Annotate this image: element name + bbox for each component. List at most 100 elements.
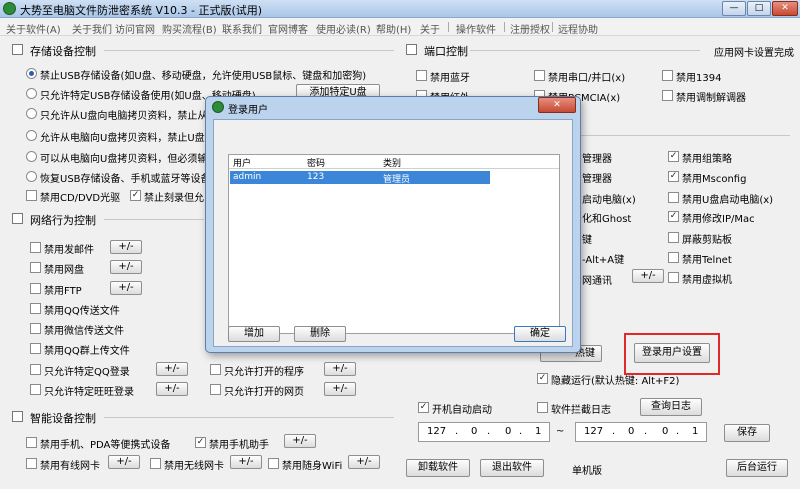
menu-operate[interactable]: 操作软件 bbox=[456, 21, 496, 36]
menu-blog[interactable]: 官网博客 bbox=[268, 21, 308, 36]
plusminus-button[interactable]: +/- bbox=[156, 382, 188, 396]
network-checkbox[interactable] bbox=[30, 242, 41, 253]
portable-wifi-checkbox[interactable] bbox=[268, 458, 279, 469]
plusminus-button[interactable]: +/- bbox=[110, 281, 142, 295]
users-table[interactable]: 用户 密码 类别 admin 123 管理员 bbox=[228, 154, 560, 334]
serial-checkbox[interactable] bbox=[534, 70, 545, 81]
ip-from-input[interactable]: 127 . 0 . 0 . 1 bbox=[418, 422, 550, 442]
ip-mac-checkbox[interactable]: ✓ bbox=[668, 211, 679, 222]
storage-option-radio[interactable] bbox=[26, 108, 37, 119]
ip-dot: . bbox=[455, 426, 459, 437]
menu-about[interactable]: 关于 bbox=[420, 21, 440, 36]
plusminus-button[interactable]: +/- bbox=[156, 362, 188, 376]
divider bbox=[580, 135, 790, 136]
wifi-nic-label: 禁用无线网卡 bbox=[164, 461, 224, 472]
menu-help[interactable]: 帮助(H) bbox=[376, 21, 411, 36]
intercept-log-checkbox[interactable] bbox=[537, 402, 548, 413]
plusminus-button[interactable]: +/- bbox=[284, 434, 316, 448]
storage-option-radio[interactable] bbox=[26, 151, 37, 162]
menu-must-read[interactable]: 使用必读(R) bbox=[316, 21, 371, 36]
network-checkbox[interactable] bbox=[30, 262, 41, 273]
app-icon bbox=[3, 2, 16, 15]
qq-only-label: 只允许特定QQ登录 bbox=[44, 367, 130, 378]
close-icon[interactable]: ✕ bbox=[772, 1, 798, 16]
group-policy-label: 禁用组策略 bbox=[682, 154, 732, 165]
system-label: 化和Ghost bbox=[582, 214, 632, 225]
login-settings-button[interactable]: 登录用户设置 bbox=[634, 343, 710, 363]
hidden-run-checkbox[interactable]: ✓ bbox=[537, 373, 548, 384]
plusminus-button[interactable]: +/- bbox=[108, 455, 140, 469]
vm-checkbox[interactable] bbox=[668, 272, 679, 283]
ip-to-input[interactable]: 127 . 0 . 0 . 1 bbox=[575, 422, 707, 442]
storage-option-radio[interactable] bbox=[26, 68, 37, 79]
storage-option-radio[interactable] bbox=[26, 171, 37, 182]
network-checkbox[interactable] bbox=[30, 303, 41, 314]
clipboard-checkbox[interactable] bbox=[668, 232, 679, 243]
uninstall-button[interactable]: 卸载软件 bbox=[406, 459, 470, 477]
network-checkbox[interactable] bbox=[30, 343, 41, 354]
menu-register[interactable]: 注册授权 bbox=[510, 21, 550, 36]
intercept-log-label: 软件拦截日志 bbox=[551, 405, 611, 416]
ok-button[interactable]: 确定 bbox=[514, 326, 566, 342]
network-checkbox[interactable] bbox=[30, 323, 41, 334]
phone-helper-checkbox[interactable]: ✓ bbox=[195, 437, 206, 448]
table-row[interactable]: admin 123 管理员 bbox=[230, 171, 490, 185]
cell-role: 管理员 bbox=[383, 175, 411, 185]
add-user-button[interactable]: 增加 bbox=[228, 326, 280, 342]
dialog-close-icon[interactable]: ✕ bbox=[538, 97, 576, 113]
cell-user: admin bbox=[233, 172, 262, 182]
ww-only-checkbox[interactable] bbox=[30, 384, 41, 395]
plusminus-button[interactable]: +/- bbox=[632, 269, 664, 283]
network-label: 禁用微信传送文件 bbox=[44, 326, 124, 337]
plusminus-button[interactable]: +/- bbox=[348, 455, 380, 469]
maximize-icon[interactable]: □ bbox=[747, 1, 771, 16]
minimize-icon[interactable]: — bbox=[722, 1, 746, 16]
exit-button[interactable]: 退出软件 bbox=[480, 459, 544, 477]
usb-boot-checkbox[interactable] bbox=[668, 192, 679, 203]
group-policy-checkbox[interactable]: ✓ bbox=[668, 151, 679, 162]
menu-official-site[interactable]: 访问官网 bbox=[115, 21, 155, 36]
ww-only-label: 只允许特定旺旺登录 bbox=[44, 387, 134, 398]
modem-checkbox[interactable] bbox=[662, 90, 673, 101]
storage-option-label: 允许从电脑向U盘拷贝资料，禁止U盘向电 bbox=[40, 133, 225, 144]
menu-about-software[interactable]: 关于软件(A) bbox=[6, 21, 61, 36]
port-icon bbox=[406, 44, 417, 55]
ieee1394-checkbox[interactable] bbox=[662, 70, 673, 81]
column-header[interactable]: 类别 bbox=[383, 156, 401, 169]
background-run-button[interactable]: 后台运行 bbox=[726, 459, 788, 477]
msconfig-checkbox[interactable]: ✓ bbox=[668, 171, 679, 182]
storage-icon bbox=[12, 44, 23, 55]
plusminus-button[interactable]: +/- bbox=[110, 240, 142, 254]
wifi-nic-checkbox[interactable] bbox=[150, 458, 161, 469]
column-header[interactable]: 密码 bbox=[307, 156, 325, 169]
divider bbox=[470, 50, 700, 51]
phone-pda-checkbox[interactable] bbox=[26, 437, 37, 448]
delete-user-button[interactable]: 删除 bbox=[294, 326, 346, 342]
burn-disable-checkbox[interactable]: ✓ bbox=[130, 190, 141, 201]
web-only-checkbox[interactable] bbox=[210, 384, 221, 395]
autostart-checkbox[interactable]: ✓ bbox=[418, 402, 429, 413]
ip-octet: 1 bbox=[692, 426, 699, 437]
bluetooth-checkbox[interactable] bbox=[416, 70, 427, 81]
network-title: 网络行为控制 bbox=[30, 214, 96, 227]
prog-only-checkbox[interactable] bbox=[210, 364, 221, 375]
plusminus-button[interactable]: +/- bbox=[324, 362, 356, 376]
plusminus-button[interactable]: +/- bbox=[230, 455, 262, 469]
storage-option-radio[interactable] bbox=[26, 130, 37, 141]
save-button[interactable]: 保存 bbox=[724, 424, 770, 442]
network-checkbox[interactable] bbox=[30, 283, 41, 294]
ip-octet: 0 bbox=[505, 426, 512, 437]
storage-option-radio[interactable] bbox=[26, 88, 37, 99]
cd-disable-checkbox[interactable] bbox=[26, 190, 37, 201]
menu-about-us[interactable]: 关于我们 bbox=[72, 21, 112, 36]
qq-only-checkbox[interactable] bbox=[30, 364, 41, 375]
telnet-checkbox[interactable] bbox=[668, 252, 679, 263]
column-header[interactable]: 用户 bbox=[233, 156, 251, 169]
query-log-button[interactable]: 查询日志 bbox=[640, 398, 702, 416]
plusminus-button[interactable]: +/- bbox=[110, 260, 142, 274]
plusminus-button[interactable]: +/- bbox=[324, 382, 356, 396]
menu-purchase[interactable]: 购买流程(B) bbox=[162, 21, 217, 36]
menu-remote[interactable]: 远程协助 bbox=[558, 21, 598, 36]
menu-contact[interactable]: 联系我们 bbox=[222, 21, 262, 36]
wired-nic-checkbox[interactable] bbox=[26, 458, 37, 469]
